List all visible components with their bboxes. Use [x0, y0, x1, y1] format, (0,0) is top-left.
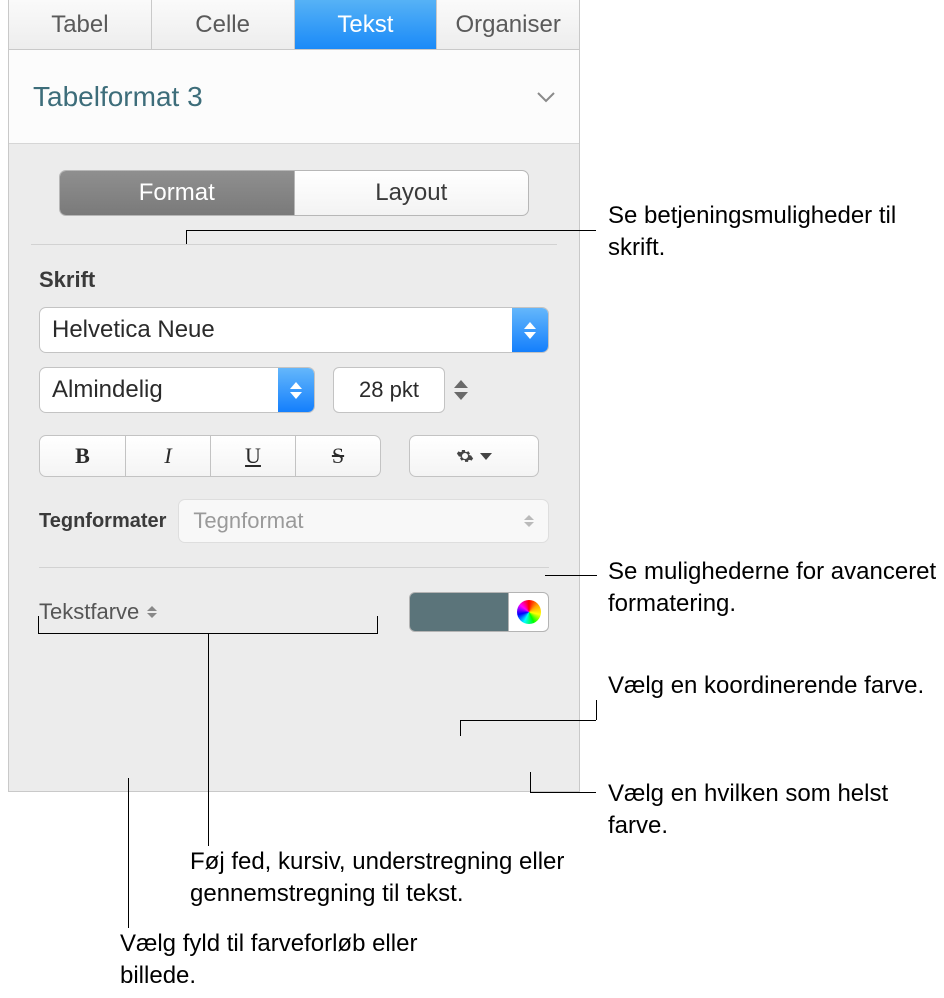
tab-organiser[interactable]: Organiser: [437, 0, 579, 49]
callout-line: [460, 720, 596, 721]
callout-format-seg: Se betjeningsmuligheder til skrift.: [608, 200, 938, 265]
bold-button[interactable]: B: [40, 436, 125, 476]
top-tabs: Tabel Celle Tekst Organiser: [9, 0, 579, 50]
chevron-down-icon: [480, 453, 492, 460]
stepper-down-icon: [454, 392, 468, 400]
paragraph-style-label: Tabelformat 3: [33, 81, 537, 113]
popup-arrows-icon: [278, 368, 314, 412]
callout-line: [530, 792, 596, 793]
underline-button[interactable]: U: [210, 436, 295, 476]
callout-line: [208, 634, 209, 846]
callout-line: [186, 230, 596, 231]
font-style-value: Almindelig: [52, 376, 278, 404]
callout-line: [128, 778, 129, 928]
callout-line: [186, 230, 187, 244]
segment-layout[interactable]: Layout: [294, 171, 529, 215]
callout-fill: Vælg fyld til farveforløb eller billede.: [120, 928, 480, 993]
font-size-stepper[interactable]: [451, 380, 471, 400]
callout-line: [596, 700, 597, 720]
bius-group: B I U S: [39, 435, 381, 477]
tab-tabel[interactable]: Tabel: [9, 0, 152, 49]
font-section-title: Skrift: [39, 245, 549, 307]
callout-line: [545, 575, 597, 576]
character-styles-label: Tegnformater: [39, 510, 166, 533]
strikethrough-button[interactable]: S: [295, 436, 380, 476]
gear-icon: [456, 447, 474, 465]
popup-arrows-icon: [512, 308, 548, 352]
color-picker-button[interactable]: [509, 592, 549, 632]
format-panel: Tabel Celle Tekst Organiser Tabelformat …: [8, 0, 580, 792]
font-style-popup[interactable]: Almindelig: [39, 367, 315, 413]
popup-arrows-icon: [524, 515, 534, 527]
bracket: [38, 616, 378, 634]
tab-tekst[interactable]: Tekst: [295, 0, 438, 49]
tab-celle[interactable]: Celle: [152, 0, 295, 49]
segment-format[interactable]: Format: [60, 171, 294, 215]
paragraph-style-row[interactable]: Tabelformat 3: [9, 50, 579, 144]
callout-line: [530, 772, 531, 792]
stepper-up-icon: [454, 380, 468, 388]
font-family-popup[interactable]: Helvetica Neue: [39, 307, 549, 353]
font-family-value: Helvetica Neue: [52, 316, 512, 344]
callout-bius: Føj fed, kursiv, understregning eller ge…: [190, 846, 620, 911]
callout-line: [460, 720, 461, 736]
character-style-popup[interactable]: Tegnformat: [178, 499, 549, 543]
color-wheel-icon: [517, 600, 541, 624]
italic-button[interactable]: I: [125, 436, 210, 476]
callout-any-color: Vælg en hvilken som helst farve.: [608, 778, 928, 843]
format-layout-segment: Format Layout: [59, 170, 529, 216]
callout-coord-color: Vælg en koordinerende farve.: [608, 670, 928, 702]
character-style-placeholder: Tegnformat: [193, 508, 524, 534]
advanced-options-button[interactable]: [409, 435, 539, 477]
font-size-field[interactable]: 28 pkt: [333, 367, 445, 413]
chevron-down-icon: [537, 91, 555, 103]
color-well[interactable]: [409, 592, 509, 632]
callout-advanced: Se mulighederne for avanceret formaterin…: [608, 556, 938, 621]
